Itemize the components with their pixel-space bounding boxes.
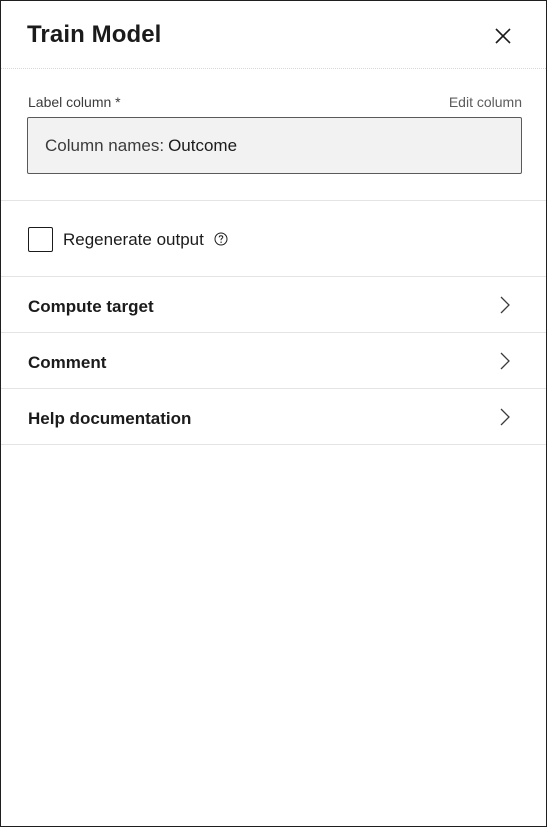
close-button[interactable] — [489, 22, 517, 50]
help-circle-icon[interactable] — [214, 232, 228, 246]
comment-label: Comment — [28, 353, 107, 372]
label-column-label: Label column * — [28, 94, 121, 110]
help-documentation-section[interactable]: Help documentation — [1, 389, 546, 445]
panel-header: Train Model — [1, 1, 546, 69]
help-documentation-label: Help documentation — [28, 409, 192, 428]
column-names-value: Outcome — [168, 135, 238, 155]
regenerate-output-checkbox[interactable] — [28, 227, 53, 252]
chevron-right-icon — [500, 408, 510, 426]
label-column-section: Label column * Edit column Column names:… — [1, 69, 546, 201]
edit-column-link[interactable]: Edit column — [449, 94, 522, 110]
regenerate-output-label: Regenerate output — [63, 230, 204, 249]
label-column-field: Column names: Outcome — [27, 117, 522, 174]
panel-title: Train Model — [27, 21, 162, 48]
train-model-panel: Train Model Label column * Edit column C… — [0, 0, 547, 827]
compute-target-section[interactable]: Compute target — [1, 277, 546, 333]
column-names-prefix: Column names: — [45, 135, 165, 155]
compute-target-label: Compute target — [28, 297, 154, 316]
chevron-right-icon — [500, 352, 510, 370]
comment-section[interactable]: Comment — [1, 333, 546, 389]
regenerate-output-row: Regenerate output — [1, 201, 546, 277]
chevron-right-icon — [500, 296, 510, 314]
close-icon — [495, 28, 511, 44]
